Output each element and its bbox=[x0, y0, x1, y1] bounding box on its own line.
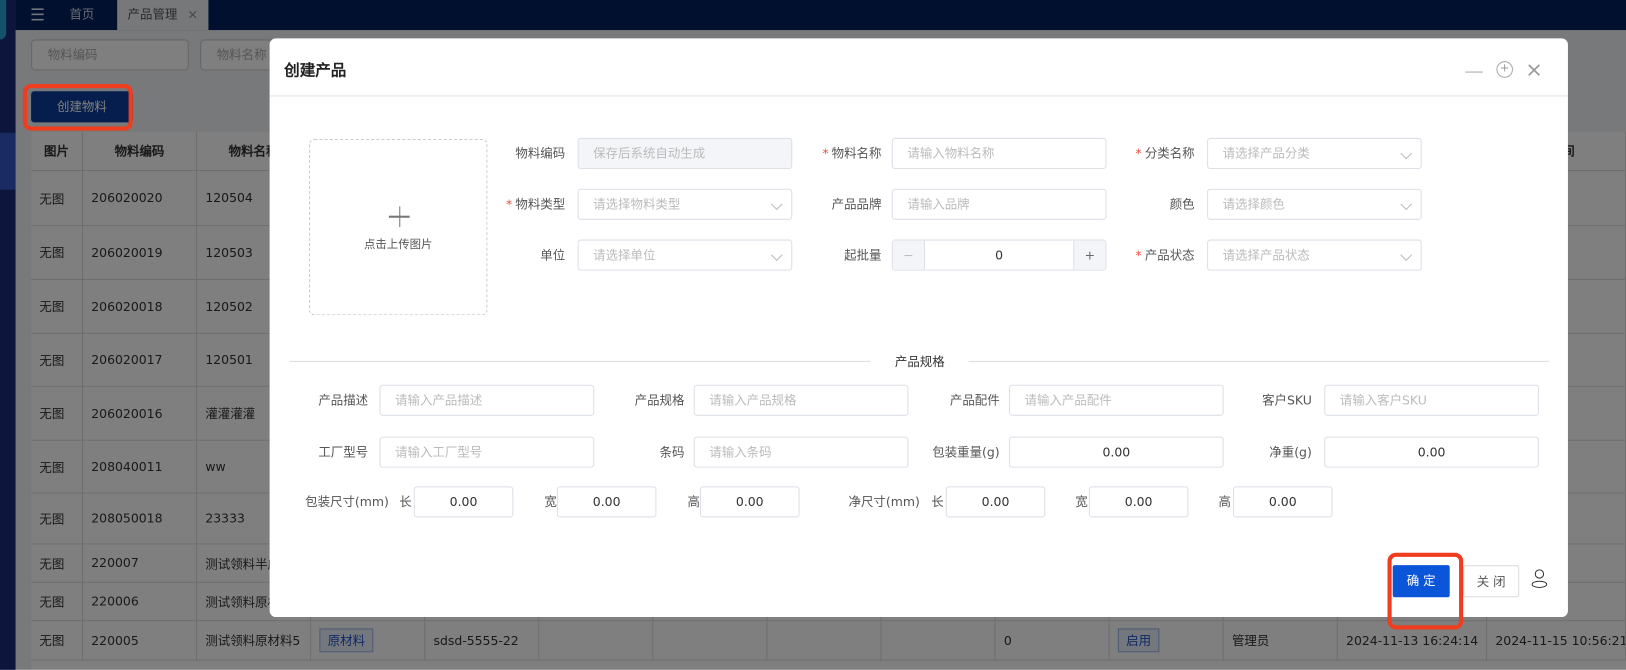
label-text: 分类名称 bbox=[1144, 146, 1195, 161]
label-parts: 产品配件 bbox=[949, 393, 1000, 408]
label-unit: 单位 bbox=[540, 247, 566, 263]
divider bbox=[968, 360, 1550, 362]
label-pack-size: 包装尺寸(mm) bbox=[305, 494, 389, 510]
select-placeholder: 请选择产品状态 bbox=[1222, 247, 1310, 263]
net-height-input[interactable]: 0.00 bbox=[1232, 486, 1333, 518]
label-color: 颜色 bbox=[1169, 197, 1195, 212]
select-placeholder: 请选择颜色 bbox=[1222, 197, 1285, 212]
close-icon[interactable]: × bbox=[1525, 57, 1544, 82]
label-text: 产品状态 bbox=[1144, 247, 1195, 263]
image-upload[interactable]: 点击上传图片 bbox=[309, 138, 488, 316]
chevron-down-icon bbox=[1400, 198, 1413, 211]
label-text: 物料类型 bbox=[515, 197, 566, 212]
category-select[interactable]: 请选择产品分类 bbox=[1207, 137, 1422, 170]
label-net-size: 净尺寸(mm) bbox=[848, 494, 920, 510]
label-brand: 产品品牌 bbox=[831, 197, 882, 212]
close-button[interactable]: 关 闭 bbox=[1463, 565, 1520, 598]
section-title: 产品规格 bbox=[894, 354, 945, 370]
required-mark: * bbox=[822, 146, 829, 161]
factory-model-input[interactable]: 请输入工厂型号 bbox=[379, 436, 595, 468]
label-barcode: 条码 bbox=[659, 444, 685, 460]
chevron-down-icon bbox=[1400, 147, 1413, 160]
decrement-button[interactable]: − bbox=[892, 240, 926, 270]
type-select[interactable]: 请选择物料类型 bbox=[577, 188, 793, 220]
label-spec: 产品规格 bbox=[634, 393, 685, 408]
highlight-confirm-button bbox=[1387, 552, 1464, 630]
parts-input[interactable]: 请输入产品配件 bbox=[1009, 384, 1224, 416]
label-length: 长 bbox=[931, 494, 944, 510]
brand-input[interactable]: 请输入品牌 bbox=[891, 188, 1107, 220]
required-mark: * bbox=[1135, 247, 1142, 263]
net-width-input[interactable]: 0.00 bbox=[1088, 486, 1189, 518]
code-input[interactable]: 保存后系统自动生成 bbox=[577, 137, 793, 170]
required-mark: * bbox=[506, 197, 513, 212]
net-weight-input[interactable]: 0.00 bbox=[1324, 436, 1539, 468]
label-width: 宽 bbox=[544, 494, 557, 510]
color-select[interactable]: 请选择颜色 bbox=[1207, 188, 1422, 220]
select-placeholder: 请选择物料类型 bbox=[593, 197, 681, 212]
select-placeholder: 请选择单位 bbox=[593, 247, 656, 263]
label-factory-model: 工厂型号 bbox=[318, 444, 369, 460]
divider bbox=[289, 360, 871, 362]
select-placeholder: 请选择产品分类 bbox=[1222, 146, 1310, 161]
label-height: 高 bbox=[687, 494, 700, 510]
create-product-dialog: 创建产品 + × 点击上传图片 物料编码 保存后系统自动生成 * 物料名称 请输入… bbox=[269, 38, 1568, 618]
chevron-down-icon bbox=[1400, 249, 1413, 261]
unit-select[interactable]: 请选择单位 bbox=[577, 239, 793, 271]
label-pack-weight: 包装重量(g) bbox=[932, 444, 1000, 460]
sku-input[interactable]: 请输入客户SKU bbox=[1324, 384, 1539, 416]
chevron-down-icon bbox=[770, 198, 783, 211]
label-length: 长 bbox=[399, 494, 412, 510]
label-code: 物料编码 bbox=[515, 146, 566, 161]
label-height: 高 bbox=[1218, 494, 1231, 510]
pack-height-input[interactable]: 0.00 bbox=[699, 486, 800, 518]
minimize-icon[interactable] bbox=[1465, 71, 1483, 73]
spec-input[interactable]: 请输入产品规格 bbox=[693, 384, 909, 416]
net-length-input[interactable]: 0.00 bbox=[945, 486, 1046, 518]
required-mark: * bbox=[1135, 146, 1142, 161]
label-net-weight: 净重(g) bbox=[1269, 444, 1312, 460]
chevron-down-icon bbox=[770, 249, 783, 261]
status-select[interactable]: 请选择产品状态 bbox=[1207, 239, 1422, 271]
dialog-header: 创建产品 + × bbox=[269, 38, 1568, 97]
label-status: * 产品状态 bbox=[1112, 240, 1195, 271]
locate-icon[interactable] bbox=[1531, 569, 1548, 590]
plus-icon-v bbox=[398, 206, 401, 228]
label-desc: 产品描述 bbox=[318, 393, 369, 408]
label-type: * 物料类型 bbox=[482, 189, 565, 220]
name-input[interactable]: 请输入物料名称 bbox=[891, 137, 1107, 170]
pack-length-input[interactable]: 0.00 bbox=[413, 486, 514, 518]
label-name: * 物料名称 bbox=[798, 138, 881, 169]
barcode-input[interactable]: 请输入条码 bbox=[693, 436, 909, 468]
pack-width-input[interactable]: 0.00 bbox=[556, 486, 657, 518]
dialog-title: 创建产品 bbox=[284, 61, 347, 80]
moq-stepper[interactable]: − 0 + bbox=[891, 239, 1107, 271]
label-text: 物料名称 bbox=[831, 146, 882, 161]
label-moq: 起批量 bbox=[844, 247, 882, 263]
highlight-create-button bbox=[22, 83, 133, 131]
maximize-icon[interactable]: + bbox=[1496, 61, 1513, 78]
pack-weight-input[interactable]: 0.00 bbox=[1009, 436, 1224, 468]
label-category: * 分类名称 bbox=[1112, 138, 1195, 169]
moq-value: 0 bbox=[995, 247, 1004, 263]
desc-input[interactable]: 请输入产品描述 bbox=[379, 384, 595, 416]
upload-label: 点击上传图片 bbox=[363, 237, 433, 251]
label-width: 宽 bbox=[1075, 494, 1088, 510]
label-sku: 客户SKU bbox=[1262, 393, 1312, 408]
increment-button[interactable]: + bbox=[1073, 240, 1106, 270]
